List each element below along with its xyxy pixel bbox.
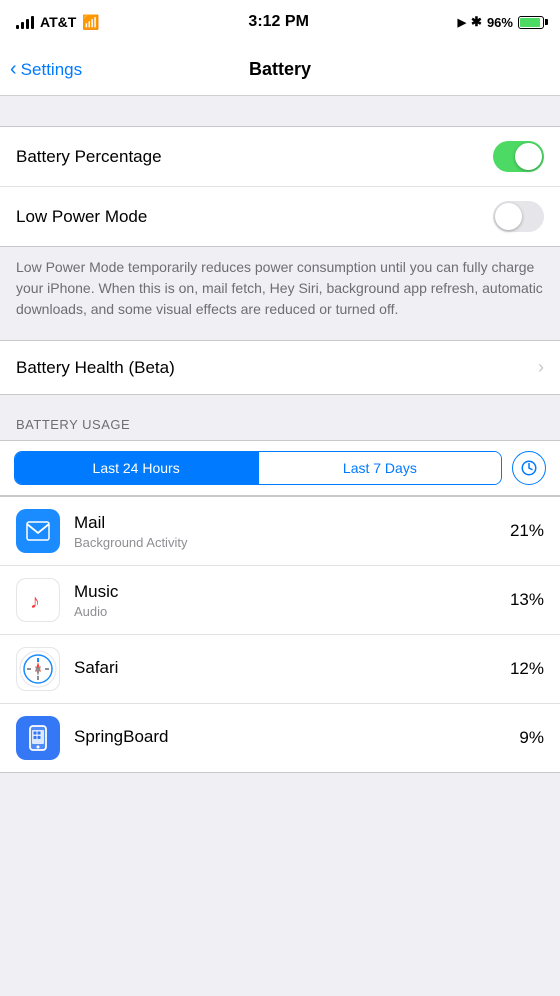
battery-fill	[520, 18, 540, 27]
toggle-knob	[515, 143, 542, 170]
clock-icon	[520, 459, 538, 477]
springboard-icon	[24, 724, 52, 752]
app-list: Mail Background Activity 21% ♪ Music Aud…	[0, 496, 560, 773]
low-power-mode-row: Low Power Mode	[0, 186, 560, 246]
music-app-name: Music	[74, 582, 510, 602]
svg-text:♪: ♪	[30, 591, 40, 612]
mail-app-subtitle: Background Activity	[74, 535, 510, 550]
signal-bars	[16, 15, 34, 29]
wifi-icon: 📶	[82, 14, 99, 31]
springboard-app-name: SpringBoard	[74, 727, 519, 747]
mail-app-info: Mail Background Activity	[74, 513, 510, 550]
battery-percentage-label: Battery Percentage	[16, 147, 162, 167]
app-row-springboard[interactable]: SpringBoard 9%	[0, 703, 560, 772]
springboard-app-info: SpringBoard	[74, 727, 519, 749]
clock-button[interactable]	[512, 451, 546, 485]
page-title: Battery	[249, 59, 311, 80]
springboard-app-icon	[16, 716, 60, 760]
toggle-knob-2	[495, 203, 522, 230]
mail-app-name: Mail	[74, 513, 510, 533]
safari-icon	[19, 650, 57, 688]
music-icon: ♪	[26, 588, 50, 612]
back-label: Settings	[21, 60, 82, 80]
segmented-control: Last 24 Hours Last 7 Days	[14, 451, 502, 485]
app-row-mail[interactable]: Mail Background Activity 21%	[0, 497, 560, 565]
battery-usage-header: BATTERY USAGE	[0, 395, 560, 440]
status-bar: AT&T 📶 3:12 PM ▶ ✱ 96%	[0, 0, 560, 44]
location-icon: ▶	[458, 16, 466, 29]
music-app-info: Music Audio	[74, 582, 510, 619]
low-power-description: Low Power Mode temporarily reduces power…	[0, 247, 560, 340]
low-power-mode-label: Low Power Mode	[16, 207, 147, 227]
battery-health-label: Battery Health (Beta)	[16, 358, 175, 378]
back-button[interactable]: ‹ Settings	[10, 60, 82, 80]
safari-app-percent: 12%	[510, 659, 544, 679]
music-app-subtitle: Audio	[74, 604, 510, 619]
safari-app-name: Safari	[74, 658, 510, 678]
mail-app-icon	[16, 509, 60, 553]
safari-app-icon	[16, 647, 60, 691]
status-time: 3:12 PM	[248, 13, 308, 31]
music-app-percent: 13%	[510, 590, 544, 610]
music-app-icon: ♪	[16, 578, 60, 622]
bluetooth-icon: ✱	[471, 14, 482, 30]
battery-health-chevron-icon: ›	[538, 357, 544, 378]
springboard-app-percent: 9%	[519, 728, 544, 748]
battery-percentage-row: Battery Percentage	[0, 127, 560, 186]
battery-settings-group: Battery Percentage Low Power Mode	[0, 126, 560, 247]
last-7-days-button[interactable]: Last 7 Days	[259, 452, 501, 484]
safari-app-info: Safari	[74, 658, 510, 680]
app-row-safari[interactable]: Safari 12%	[0, 634, 560, 703]
nav-bar: ‹ Settings Battery	[0, 44, 560, 96]
low-power-mode-toggle[interactable]	[493, 201, 544, 232]
mail-icon	[26, 521, 50, 541]
app-row-music[interactable]: ♪ Music Audio 13%	[0, 565, 560, 634]
top-spacer	[0, 96, 560, 126]
status-right: ▶ ✱ 96%	[458, 14, 544, 30]
carrier-label: AT&T	[40, 14, 76, 30]
segmented-control-wrap: Last 24 Hours Last 7 Days	[0, 440, 560, 496]
battery-health-row[interactable]: Battery Health (Beta) ›	[0, 340, 560, 395]
back-chevron-icon: ‹	[10, 59, 17, 79]
last-24-hours-button[interactable]: Last 24 Hours	[15, 452, 257, 484]
mail-app-percent: 21%	[510, 521, 544, 541]
status-left: AT&T 📶	[16, 14, 100, 31]
battery-percent-label: 96%	[487, 15, 513, 30]
battery-percentage-toggle[interactable]	[493, 141, 544, 172]
battery-icon	[518, 16, 544, 29]
